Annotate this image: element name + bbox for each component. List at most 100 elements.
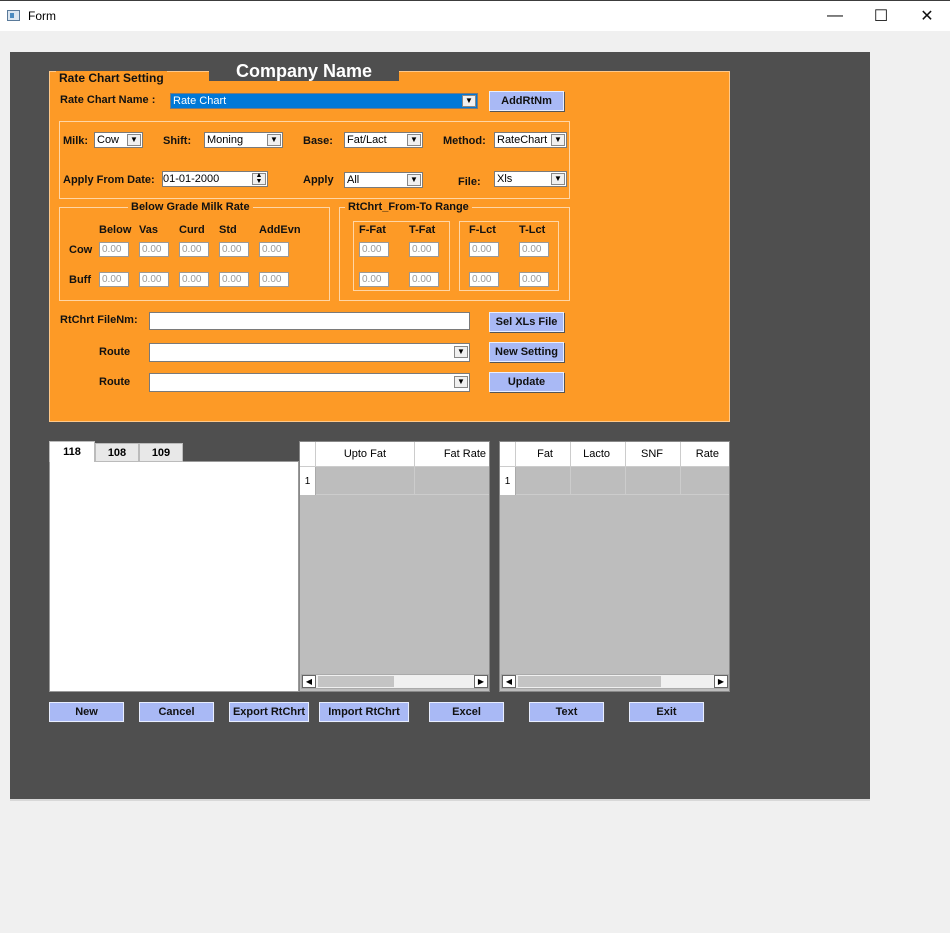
import-rtchrt-button[interactable]: Import RtChrt xyxy=(319,702,409,722)
buff-addevn-input[interactable]: 0.00 xyxy=(259,272,289,287)
form-app-icon xyxy=(7,10,20,21)
apply-combo[interactable]: All ▼ xyxy=(344,172,423,188)
apply-from-date-label: Apply From Date: xyxy=(63,174,155,186)
chevron-down-icon[interactable]: ▼ xyxy=(551,134,565,146)
to-lct-input-1[interactable]: 0.00 xyxy=(519,242,549,257)
grid-header: Fat Lacto SNF Rate xyxy=(500,442,729,466)
excel-button[interactable]: Excel xyxy=(429,702,504,722)
buff-std-input[interactable]: 0.00 xyxy=(219,272,249,287)
row-number: 1 xyxy=(500,467,516,495)
arrow-right-icon[interactable]: ▶ xyxy=(474,675,488,688)
chevron-down-icon[interactable]: ▼ xyxy=(267,134,281,146)
range-title: RtChrt_From-To Range xyxy=(345,201,472,213)
cow-std-input[interactable]: 0.00 xyxy=(219,242,249,257)
tab-108[interactable]: 108 xyxy=(95,443,139,462)
apply-label: Apply xyxy=(303,174,334,186)
milk-combo[interactable]: Cow ▼ xyxy=(94,132,143,148)
scroll-thumb[interactable] xyxy=(518,676,661,687)
route-combo-2[interactable]: ▼ xyxy=(149,373,470,392)
from-lct-input-2[interactable]: 0.00 xyxy=(469,272,499,287)
add-rate-name-button[interactable]: AddRtNm xyxy=(489,91,564,111)
file-combo[interactable]: Xls ▼ xyxy=(494,171,567,187)
table-row[interactable]: 1 xyxy=(300,466,489,495)
export-rtchrt-button[interactable]: Export RtChrt xyxy=(229,702,309,722)
col-fat-rate[interactable]: Fat Rate xyxy=(415,442,489,466)
cow-vas-input[interactable]: 0.00 xyxy=(139,242,169,257)
cancel-button[interactable]: Cancel xyxy=(139,702,214,722)
new-button[interactable]: New xyxy=(49,702,124,722)
close-button[interactable]: ✕ xyxy=(904,1,950,31)
method-combo[interactable]: RateChart ▼ xyxy=(494,132,567,148)
shift-combo[interactable]: Moning ▼ xyxy=(204,132,283,148)
table-row[interactable]: 1 xyxy=(500,466,729,495)
base-combo[interactable]: Fat/Lact ▼ xyxy=(344,132,423,148)
row-header-corner xyxy=(300,442,316,466)
col-lacto[interactable]: Lacto xyxy=(571,442,626,466)
apply-from-date-value: 01-01-2000 xyxy=(163,173,220,185)
chevron-down-icon[interactable]: ▼ xyxy=(407,134,421,146)
minimize-button[interactable]: — xyxy=(812,1,858,31)
cow-addevn-input[interactable]: 0.00 xyxy=(259,242,289,257)
apply-from-date-picker[interactable]: 01-01-2000 ▲ ▼ xyxy=(162,171,268,187)
col-rate[interactable]: Rate xyxy=(681,442,729,466)
select-xls-file-button[interactable]: Sel XLs File xyxy=(489,312,564,332)
tab-118[interactable]: 118 xyxy=(49,441,95,462)
cell-fat[interactable] xyxy=(516,467,571,495)
rate-grid[interactable]: Fat Lacto SNF Rate 1 ◀ ▶ xyxy=(499,441,730,692)
to-lct-input-2[interactable]: 0.00 xyxy=(519,272,549,287)
from-fat-input-1[interactable]: 0.00 xyxy=(359,242,389,257)
text-button[interactable]: Text xyxy=(529,702,604,722)
arrow-right-icon[interactable]: ▶ xyxy=(714,675,728,688)
buff-below-input[interactable]: 0.00 xyxy=(99,272,129,287)
from-fat-input-2[interactable]: 0.00 xyxy=(359,272,389,287)
route-label-1: Route xyxy=(99,346,131,358)
cell-fat-rate[interactable] xyxy=(415,467,489,495)
scroll-thumb[interactable] xyxy=(318,676,394,687)
cow-below-input[interactable]: 0.00 xyxy=(99,242,129,257)
tab-109[interactable]: 109 xyxy=(139,443,183,462)
maximize-button[interactable]: ☐ xyxy=(858,1,904,31)
file-label: File: xyxy=(458,176,481,188)
rate-chart-name-combo[interactable]: Rate Chart ▼ xyxy=(170,93,478,109)
arrow-left-icon[interactable]: ◀ xyxy=(502,675,516,688)
to-fat-input-1[interactable]: 0.00 xyxy=(409,242,439,257)
milk-label: Milk: xyxy=(63,135,89,147)
window-title: Form xyxy=(28,9,56,23)
chevron-down-icon[interactable]: ▼ xyxy=(454,346,468,358)
horizontal-scrollbar[interactable]: ◀ ▶ xyxy=(501,674,729,689)
spin-updown-icon[interactable]: ▲ ▼ xyxy=(252,172,266,185)
cow-curd-input[interactable]: 0.00 xyxy=(179,242,209,257)
chevron-down-icon[interactable]: ▼ xyxy=(127,134,141,146)
exit-button[interactable]: Exit xyxy=(629,702,704,722)
to-fat-header: T-Fat xyxy=(409,224,436,236)
cell-upto-fat[interactable] xyxy=(316,467,415,495)
chevron-down-icon[interactable]: ▼ xyxy=(407,174,421,186)
file-value: Xls xyxy=(497,173,513,185)
title-bar: Form — ☐ ✕ xyxy=(0,0,950,31)
col-fat[interactable]: Fat xyxy=(516,442,571,466)
group-title: Rate Chart Setting xyxy=(56,71,167,85)
to-fat-input-2[interactable]: 0.00 xyxy=(409,272,439,287)
route-label-2: Route xyxy=(99,376,131,388)
horizontal-scrollbar[interactable]: ◀ ▶ xyxy=(301,674,489,689)
from-lct-input-1[interactable]: 0.00 xyxy=(469,242,499,257)
buff-curd-input[interactable]: 0.00 xyxy=(179,272,209,287)
chevron-down-icon[interactable]: ▼ xyxy=(551,173,565,185)
buff-vas-input[interactable]: 0.00 xyxy=(139,272,169,287)
update-button[interactable]: Update xyxy=(489,372,564,392)
fat-rate-grid[interactable]: Upto Fat Fat Rate 1 ◀ ▶ xyxy=(299,441,490,692)
method-label: Method: xyxy=(443,135,486,147)
chevron-down-icon[interactable]: ▼ xyxy=(462,95,476,107)
col-snf[interactable]: SNF xyxy=(626,442,681,466)
col-upto-fat[interactable]: Upto Fat xyxy=(316,442,415,466)
arrow-left-icon[interactable]: ◀ xyxy=(302,675,316,688)
base-value: Fat/Lact xyxy=(347,134,387,146)
chevron-down-icon[interactable]: ▼ xyxy=(454,376,468,388)
cell-snf[interactable] xyxy=(626,467,681,495)
route-combo-1[interactable]: ▼ xyxy=(149,343,470,362)
cell-lacto[interactable] xyxy=(571,467,626,495)
cell-rate[interactable] xyxy=(681,467,729,495)
shift-value: Moning xyxy=(207,134,244,146)
rtchrt-filenm-input[interactable] xyxy=(149,312,470,330)
new-setting-button[interactable]: New Setting xyxy=(489,342,564,362)
